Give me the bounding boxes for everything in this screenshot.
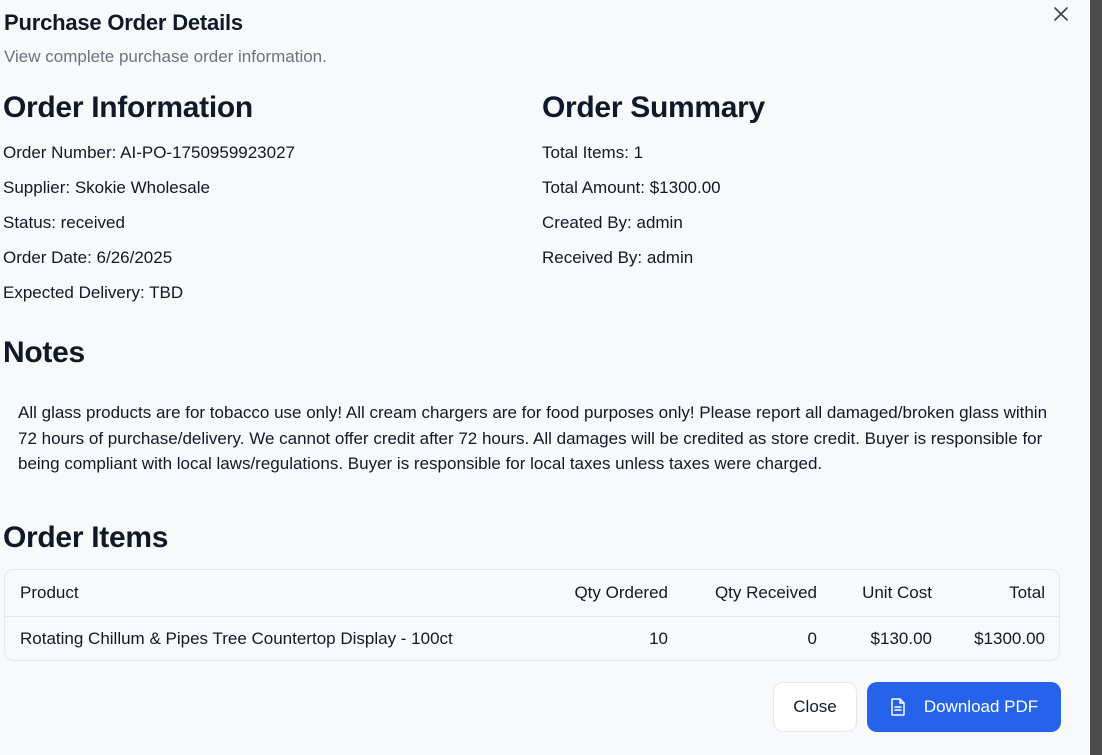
created-by: Created By: admin bbox=[542, 213, 683, 232]
close-icon[interactable] bbox=[1050, 3, 1072, 25]
column-header-qty-ordered: Qty Ordered bbox=[574, 583, 668, 602]
column-header-qty-received: Qty Received bbox=[714, 583, 817, 602]
column-header-product: Product bbox=[20, 583, 79, 602]
total-amount: Total Amount: $1300.00 bbox=[542, 178, 721, 197]
dialog-title: Purchase Order Details bbox=[4, 10, 243, 35]
purchase-order-dialog: Purchase Order Details View complete pur… bbox=[0, 0, 1090, 755]
cell-product: Rotating Chillum & Pipes Tree Countertop… bbox=[20, 629, 453, 648]
download-pdf-label: Download PDF bbox=[923, 697, 1039, 716]
table-row: Rotating Chillum & Pipes Tree Countertop… bbox=[5, 616, 1059, 662]
order-summary-heading: Order Summary bbox=[542, 91, 765, 124]
order-date: Order Date: 6/26/2025 bbox=[3, 248, 173, 267]
close-button[interactable]: Close bbox=[773, 682, 857, 732]
cell-unit-cost: $130.00 bbox=[870, 629, 932, 648]
column-header-total: Total bbox=[1009, 583, 1045, 602]
received-by: Received By: admin bbox=[542, 248, 694, 267]
order-items-table: Product Qty Ordered Qty Received Unit Co… bbox=[4, 569, 1060, 661]
expected-delivery: Expected Delivery: TBD bbox=[3, 283, 184, 302]
status: Status: received bbox=[3, 213, 125, 232]
column-header-unit-cost: Unit Cost bbox=[862, 583, 932, 602]
window-edge bbox=[1090, 0, 1102, 755]
notes-text: All glass products are for tobacco use o… bbox=[18, 403, 1048, 473]
supplier: Supplier: Skokie Wholesale bbox=[3, 178, 210, 197]
order-items-heading: Order Items bbox=[3, 521, 169, 554]
cell-qty-received: 0 bbox=[807, 629, 817, 648]
download-pdf-button[interactable]: Download PDF bbox=[867, 682, 1061, 732]
document-icon bbox=[890, 698, 906, 716]
cell-total: $1300.00 bbox=[974, 629, 1045, 648]
order-information-heading: Order Information bbox=[3, 91, 253, 124]
notes-heading: Notes bbox=[3, 336, 85, 369]
dialog-subtitle: View complete purchase order information… bbox=[4, 47, 327, 66]
close-button-label: Close bbox=[793, 697, 837, 716]
cell-qty-ordered: 10 bbox=[649, 629, 668, 648]
table-header-row: Product Qty Ordered Qty Received Unit Co… bbox=[5, 570, 1059, 617]
total-items: Total Items: 1 bbox=[542, 143, 644, 162]
order-number: Order Number: AI-PO-1750959923027 bbox=[3, 143, 296, 162]
